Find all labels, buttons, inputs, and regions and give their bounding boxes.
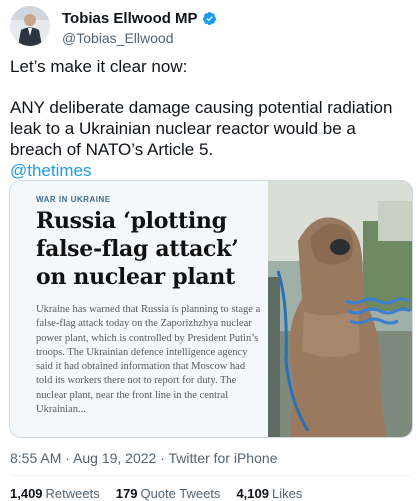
mention-link[interactable]: @thetimes [10, 161, 92, 180]
divider [10, 475, 410, 476]
engagement-stats: 1,409 Retweets 179 Quote Tweets 4,109 Likes [10, 486, 302, 501]
article-panel: WAR IN UKRAINE Russia ‘plotting false-fl… [10, 181, 268, 437]
retweets-stat[interactable]: 1,409 Retweets [10, 486, 100, 501]
likes-label: Likes [271, 486, 303, 501]
tweet-text: Let’s make it clear now: ANY deliberate … [10, 56, 412, 181]
article-card[interactable]: WAR IN UKRAINE Russia ‘plotting false-fl… [9, 180, 413, 438]
avatar-image [10, 6, 50, 46]
tweet-line-2: ANY deliberate damage causing potential … [10, 98, 393, 159]
display-name[interactable]: Tobias Ellwood MP [62, 10, 217, 27]
author-handle[interactable]: @Tobias_Ellwood [62, 30, 174, 46]
tweet-header: Tobias Ellwood MP @Tobias_Ellwood [10, 6, 410, 46]
hazmat-worker-photo [268, 181, 412, 437]
verified-badge-icon [202, 11, 216, 26]
quote-tweets-count: 179 [115, 486, 138, 501]
article-headline: Russia ‘plotting false-flag attack’ on n… [36, 208, 239, 290]
tweet-timestamp[interactable]: 8:55 AM · Aug 19, 2022 · Twitter for iPh… [10, 450, 277, 466]
likes-stat[interactable]: 4,109 Likes [236, 486, 302, 501]
tweet-line-1: Let’s make it clear now: [10, 57, 188, 76]
avatar[interactable] [10, 6, 50, 46]
article-kicker: WAR IN UKRAINE [36, 195, 111, 204]
article-body: Ukraine has warned that Russia is planni… [36, 304, 261, 416]
quote-tweets-stat[interactable]: 179 Quote Tweets [116, 486, 221, 501]
quote-tweets-label: Quote Tweets [140, 486, 221, 501]
retweets-label: Retweets [45, 486, 100, 501]
article-photo [268, 181, 412, 437]
likes-count: 4,109 [236, 486, 269, 501]
author-name[interactable]: Tobias Ellwood MP [62, 10, 198, 27]
retweets-count: 1,409 [10, 486, 43, 501]
